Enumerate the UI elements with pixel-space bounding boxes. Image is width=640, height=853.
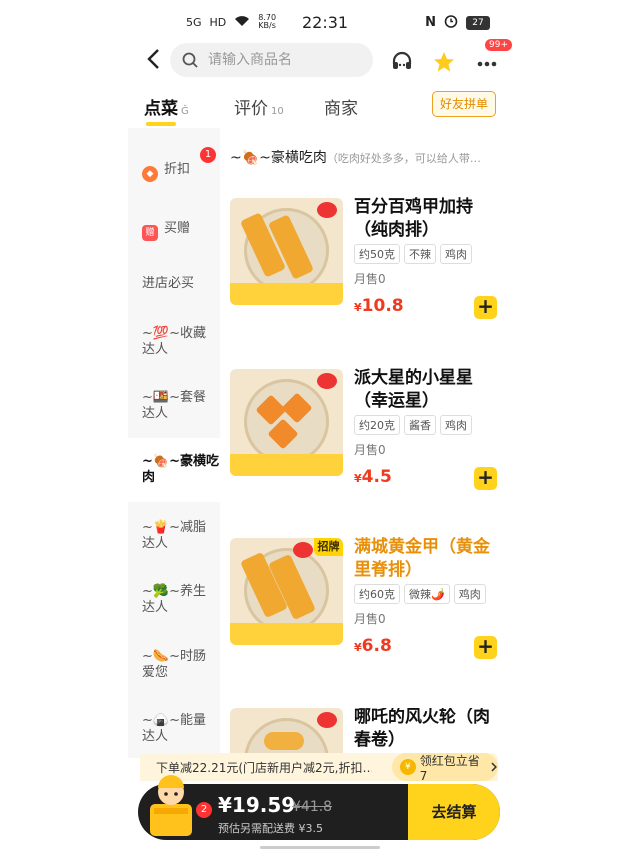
product-card[interactable]: 哪吒的风火轮（肉春卷） bbox=[230, 708, 500, 753]
battery-icon: 27 bbox=[466, 15, 490, 30]
chevron-left-icon bbox=[147, 49, 159, 69]
search-icon bbox=[182, 52, 198, 68]
sidebar-item-label: 折扣 bbox=[164, 162, 191, 177]
product-tag: 约60克 bbox=[354, 584, 400, 604]
checkout-button[interactable]: 去结算 bbox=[408, 784, 500, 840]
headset-icon bbox=[392, 51, 412, 69]
tab-bar: 点菜 Ǧ 评价 10 商家 好友拼单 bbox=[0, 88, 640, 128]
more-badge: 99+ bbox=[485, 39, 512, 51]
product-tags: 约20克 酱香 鸡肉 bbox=[354, 415, 472, 435]
tab-reviews[interactable]: 评价 10 bbox=[234, 94, 284, 119]
clock: 22:31 bbox=[302, 13, 349, 32]
monthly-sales: 月售0 bbox=[354, 612, 386, 626]
product-tag: 鸡肉 bbox=[453, 584, 486, 604]
tab-suffix: Ǧ bbox=[181, 106, 189, 117]
star-icon bbox=[434, 52, 454, 72]
product-name: 哪吒的风火轮（肉春卷） bbox=[354, 708, 490, 750]
category-sidebar: ◆ 折扣 赠买赠 进店必买 ~💯~收藏达人 ~🍱~套餐达人 ~🍖~豪横吃肉 ~🍟~… bbox=[128, 128, 220, 758]
sidebar-item-sausage[interactable]: ~🌭~时肠爱您 bbox=[142, 649, 216, 681]
more-dots-icon bbox=[477, 61, 497, 67]
discount-badge: 1 bbox=[200, 147, 216, 163]
monthly-sales: 月售0 bbox=[354, 272, 386, 286]
cart-mascot-icon[interactable] bbox=[140, 770, 202, 840]
coupon-icon: ¥ bbox=[400, 759, 416, 775]
tab-label: 评价 bbox=[234, 99, 268, 119]
product-tags: 约60克 微辣🌶️ 鸡肉 bbox=[354, 584, 486, 604]
hd-indicator: HD bbox=[209, 15, 227, 29]
discount-icon: ◆ bbox=[142, 166, 158, 182]
product-card[interactable]: 派大星的小星星（幸运星） 约20克 酱香 鸡肉 月售0 ¥4.5 + bbox=[230, 368, 500, 519]
cart-original-price: ¥41.8 bbox=[292, 799, 333, 815]
sidebar-item-energy[interactable]: ~🍙~能量达人 bbox=[142, 713, 216, 745]
home-indicator bbox=[260, 846, 380, 849]
product-image bbox=[230, 708, 343, 753]
category-header: ~🍖~豪横吃肉（吃肉好处多多，可以给人带… bbox=[230, 147, 481, 167]
cart-count-badge: 2 bbox=[196, 802, 212, 818]
sidebar-item-discount[interactable]: ◆ 折扣 bbox=[142, 162, 216, 182]
product-image bbox=[230, 198, 343, 305]
product-tag: 鸡肉 bbox=[440, 415, 472, 435]
tab-count: 10 bbox=[271, 106, 284, 117]
tab-order[interactable]: 点菜 Ǧ bbox=[144, 94, 189, 119]
sidebar-item-diet[interactable]: ~🍟~减脂达人 bbox=[142, 520, 216, 552]
search-box[interactable] bbox=[170, 43, 373, 77]
sidebar-item-gift[interactable]: 赠买赠 bbox=[142, 221, 216, 241]
product-name: 派大星的小星星（幸运星） bbox=[354, 368, 473, 411]
wifi-icon bbox=[234, 15, 250, 30]
category-desc: （吃肉好处多多，可以给人带… bbox=[326, 152, 481, 165]
product-image bbox=[230, 369, 343, 476]
product-price: ¥10.8 bbox=[354, 296, 404, 316]
tab-merchant[interactable]: 商家 bbox=[324, 94, 358, 119]
alarm-icon bbox=[444, 14, 458, 31]
product-card[interactable]: 招牌 满城黄金甲（黄金里脊排） 约60克 微辣🌶️ 鸡肉 月售0 ¥6.8 + bbox=[230, 537, 500, 688]
signal-indicator: 5G bbox=[186, 15, 202, 29]
add-to-cart-button[interactable]: + bbox=[474, 636, 497, 659]
add-to-cart-button[interactable]: + bbox=[474, 467, 497, 490]
product-name: 满城黄金甲（黄金里脊排） bbox=[354, 537, 490, 580]
search-input[interactable] bbox=[208, 52, 358, 68]
sidebar-item-must-buy[interactable]: 进店必买 bbox=[142, 276, 216, 292]
product-price: ¥6.8 bbox=[354, 636, 392, 656]
sidebar-item-combo[interactable]: ~🍱~套餐达人 bbox=[142, 390, 216, 422]
category-title: ~🍖~豪横吃肉 bbox=[230, 150, 327, 166]
gift-icon: 赠 bbox=[142, 225, 158, 241]
add-to-cart-button[interactable]: + bbox=[474, 296, 497, 319]
favorite-button[interactable] bbox=[432, 50, 456, 78]
delivery-fee-note: 预估另需配送费 ¥3.5 bbox=[218, 822, 323, 835]
sidebar-item-label: 买赠 bbox=[164, 221, 191, 236]
net-speed: 8.70 KB/s bbox=[258, 13, 277, 30]
sidebar-item-collect[interactable]: ~💯~收藏达人 bbox=[142, 326, 216, 358]
top-bar: 99+ bbox=[0, 39, 640, 80]
tab-label: 商家 bbox=[324, 99, 358, 119]
tab-active-indicator bbox=[146, 122, 176, 126]
product-tag: 微辣🌶️ bbox=[404, 584, 450, 604]
cart-total-price: ¥19.59 bbox=[218, 793, 296, 817]
coupon-label: 领红包立省7 bbox=[419, 753, 480, 783]
product-image: 招牌 bbox=[230, 538, 343, 645]
sidebar-item-health[interactable]: ~🥦~养生达人 bbox=[142, 584, 216, 616]
sidebar-item-meat[interactable]: ~🍖~豪横吃肉 bbox=[128, 438, 220, 502]
more-button[interactable] bbox=[476, 50, 498, 78]
coupon-button[interactable]: ¥ 领红包立省7 bbox=[392, 753, 498, 783]
product-tag: 不辣 bbox=[404, 244, 436, 264]
customer-service-button[interactable] bbox=[390, 50, 414, 78]
product-price: ¥4.5 bbox=[354, 467, 392, 487]
product-card[interactable]: 百分百鸡甲加持（纯肉排） 约50克 不辣 鸡肉 月售0 ¥10.8 + bbox=[230, 197, 500, 348]
signature-badge: 招牌 bbox=[314, 538, 343, 556]
product-tag: 约50克 bbox=[354, 244, 400, 264]
product-tag: 约20克 bbox=[354, 415, 400, 435]
tab-label: 点菜 bbox=[144, 99, 178, 119]
product-tags: 约50克 不辣 鸡肉 bbox=[354, 244, 472, 264]
chevron-right-icon bbox=[491, 762, 498, 772]
product-tag: 酱香 bbox=[404, 415, 436, 435]
monthly-sales: 月售0 bbox=[354, 443, 386, 457]
product-tag: 鸡肉 bbox=[440, 244, 472, 264]
friend-group-order-button[interactable]: 好友拼单 bbox=[432, 91, 496, 117]
back-button[interactable] bbox=[146, 48, 160, 75]
product-name: 百分百鸡甲加持（纯肉排） bbox=[354, 197, 473, 240]
status-bar: 5G HD 8.70 KB/s 22:31 N 27 bbox=[0, 0, 640, 44]
nfc-icon: N bbox=[425, 15, 436, 30]
